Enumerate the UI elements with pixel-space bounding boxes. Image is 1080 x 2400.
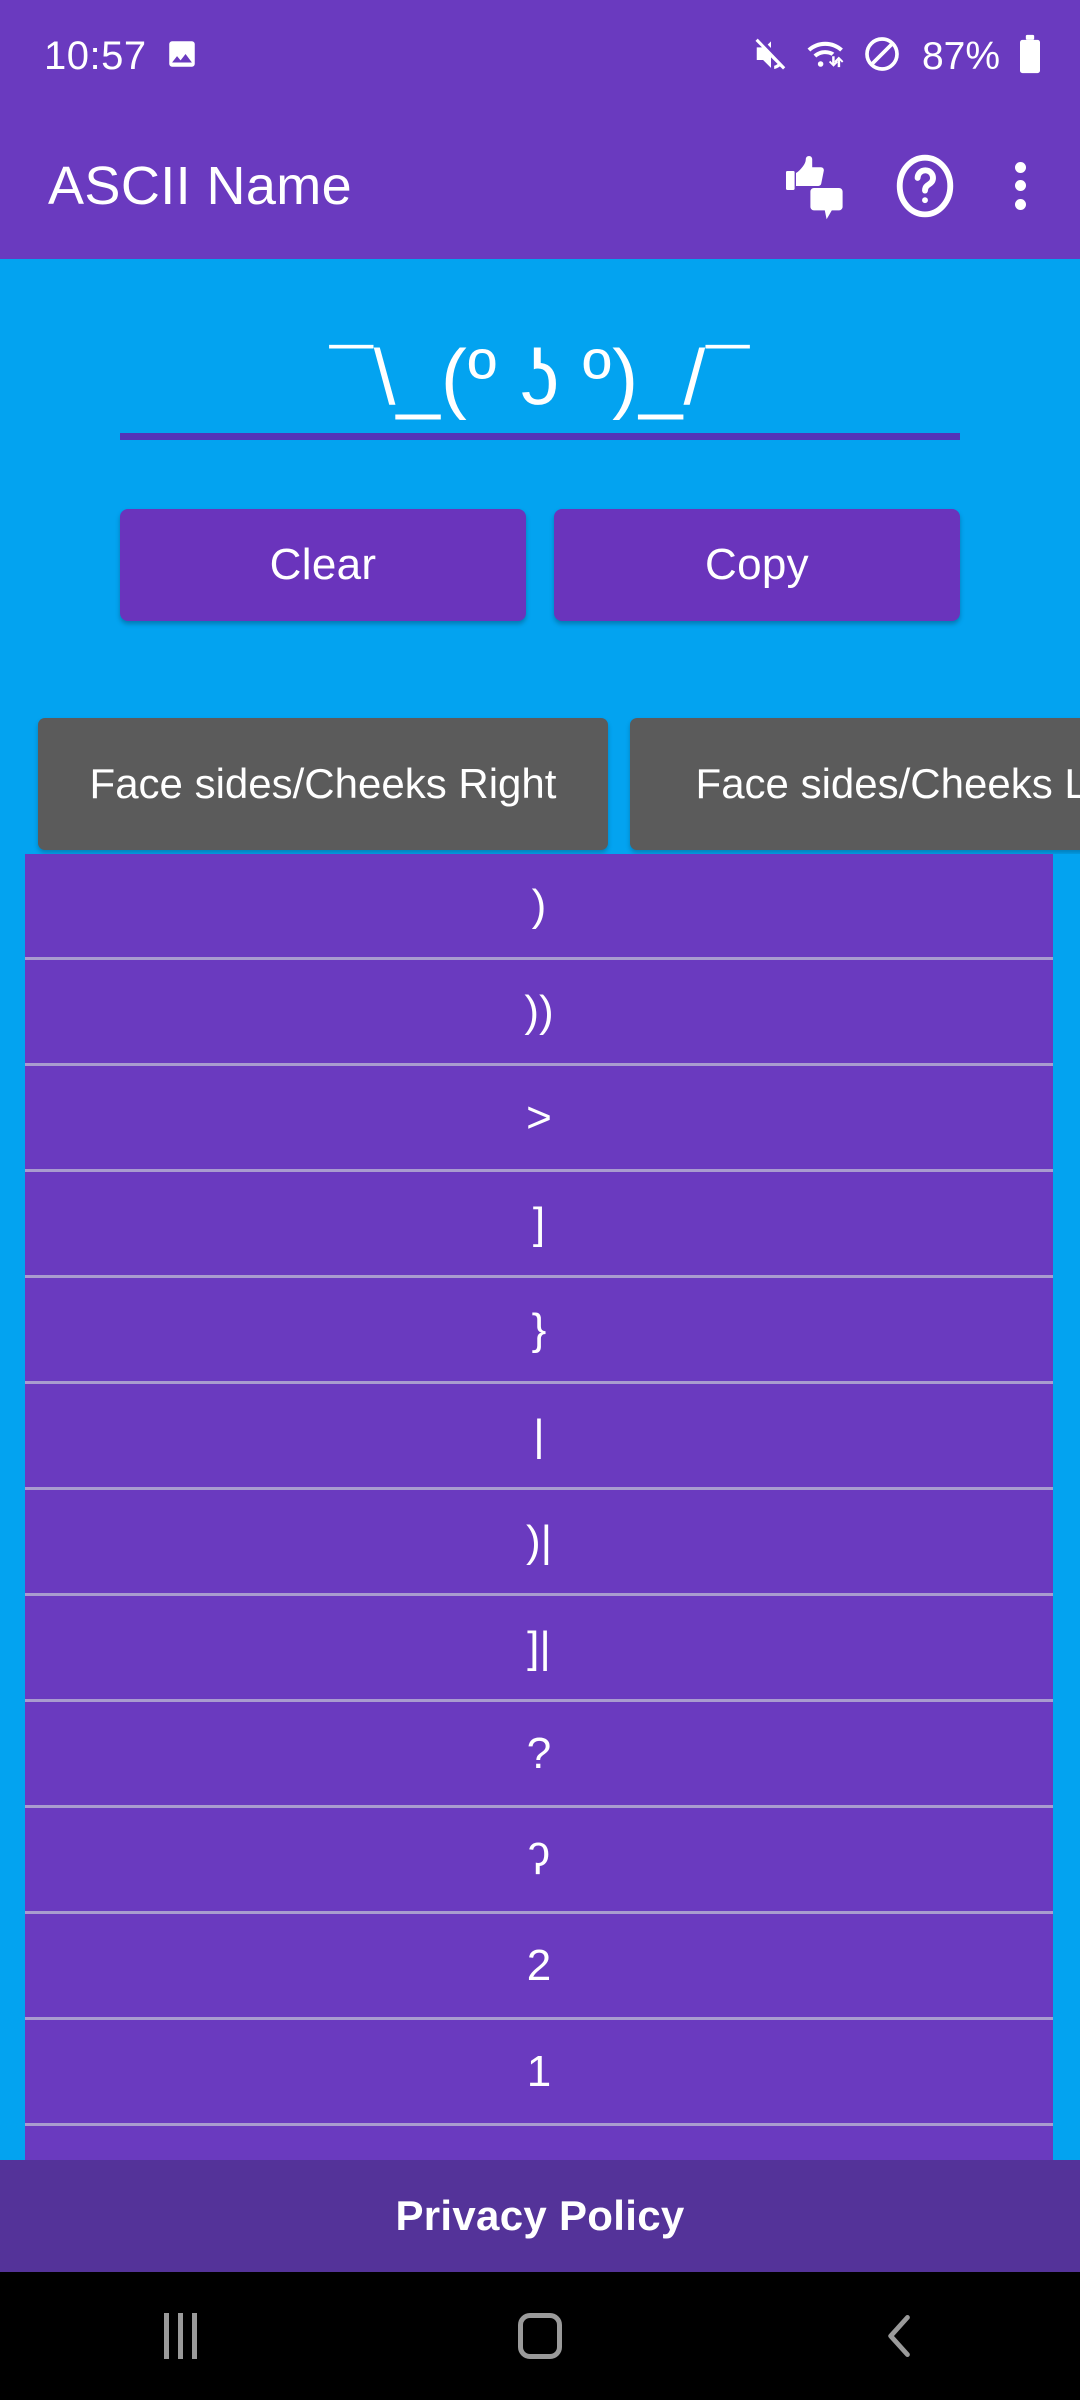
list-item[interactable]: ]| xyxy=(25,1596,1053,1702)
list-item[interactable]: ) xyxy=(25,854,1053,960)
list-item[interactable]: ] xyxy=(25,1172,1053,1278)
clear-button[interactable]: Clear xyxy=(120,509,526,621)
category-tab-row[interactable]: Face sides/Cheeks Right Face sides/Cheek… xyxy=(0,714,1080,854)
status-time: 10:57 xyxy=(44,34,147,78)
list-item[interactable]: > xyxy=(25,1066,1053,1172)
tab-face-sides-cheeks-left[interactable]: Face sides/Cheeks Left xyxy=(630,718,1080,850)
home-icon xyxy=(518,2313,562,2359)
recents-button[interactable] xyxy=(100,2272,260,2400)
list-item[interactable]: ? xyxy=(25,1702,1053,1808)
app-screen: 10:57 87% ASCII Name ¯\_(º ʖ º)_/¯ Clear… xyxy=(0,0,1080,2400)
input-underline xyxy=(120,433,960,440)
ascii-output-field[interactable]: ¯\_(º ʖ º)_/¯ xyxy=(120,336,960,421)
copy-button[interactable]: Copy xyxy=(554,509,960,621)
feedback-icon[interactable] xyxy=(778,148,854,224)
battery-percent: 87% xyxy=(921,34,1000,78)
tab-face-sides-cheeks-right[interactable]: Face sides/Cheeks Right xyxy=(38,718,608,850)
image-icon xyxy=(165,37,199,76)
page-title: ASCII Name xyxy=(48,155,353,216)
action-button-row: Clear Copy xyxy=(0,509,1080,621)
app-bar-actions xyxy=(778,148,1044,224)
menu-dot xyxy=(1014,198,1026,210)
app-bar: ASCII Name xyxy=(0,112,1080,259)
privacy-policy-label: Privacy Policy xyxy=(395,2192,685,2239)
android-navigation-bar xyxy=(0,2272,1080,2400)
mute-icon xyxy=(752,35,790,78)
list-item[interactable]: | xyxy=(25,1384,1053,1490)
help-icon[interactable] xyxy=(888,149,962,223)
list-item[interactable]: )) xyxy=(25,960,1053,1066)
home-button[interactable] xyxy=(460,2272,620,2400)
status-bar-right: 87% xyxy=(752,34,1044,79)
back-icon xyxy=(888,2315,910,2357)
list-item[interactable]: } xyxy=(25,1278,1053,1384)
ascii-display-area: ¯\_(º ʖ º)_/¯ xyxy=(120,336,960,440)
list-item[interactable]: 1 xyxy=(25,2020,1053,2126)
recents-icon xyxy=(163,2313,197,2359)
recents-bar xyxy=(191,2313,197,2359)
do-not-disturb-icon xyxy=(862,34,902,79)
recents-bar xyxy=(163,2313,169,2359)
wifi-icon xyxy=(806,35,846,78)
status-bar-left: 10:57 xyxy=(44,36,199,76)
status-bar: 10:57 87% xyxy=(0,0,1080,112)
menu-dot xyxy=(1014,161,1026,173)
recents-bar xyxy=(177,2313,183,2359)
battery-icon xyxy=(1016,34,1044,79)
privacy-policy-link[interactable]: Privacy Policy xyxy=(0,2160,1080,2272)
main-content: ¯\_(º ʖ º)_/¯ Clear Copy Face sides/Chee… xyxy=(0,259,1080,2400)
list-item[interactable]: ʔ xyxy=(25,1808,1053,1914)
menu-dot xyxy=(1014,180,1026,191)
overflow-menu-icon[interactable] xyxy=(996,156,1044,216)
back-button[interactable] xyxy=(820,2272,980,2400)
list-item[interactable]: 2 xyxy=(25,1914,1053,2020)
list-item[interactable]: )| xyxy=(25,1490,1053,1596)
